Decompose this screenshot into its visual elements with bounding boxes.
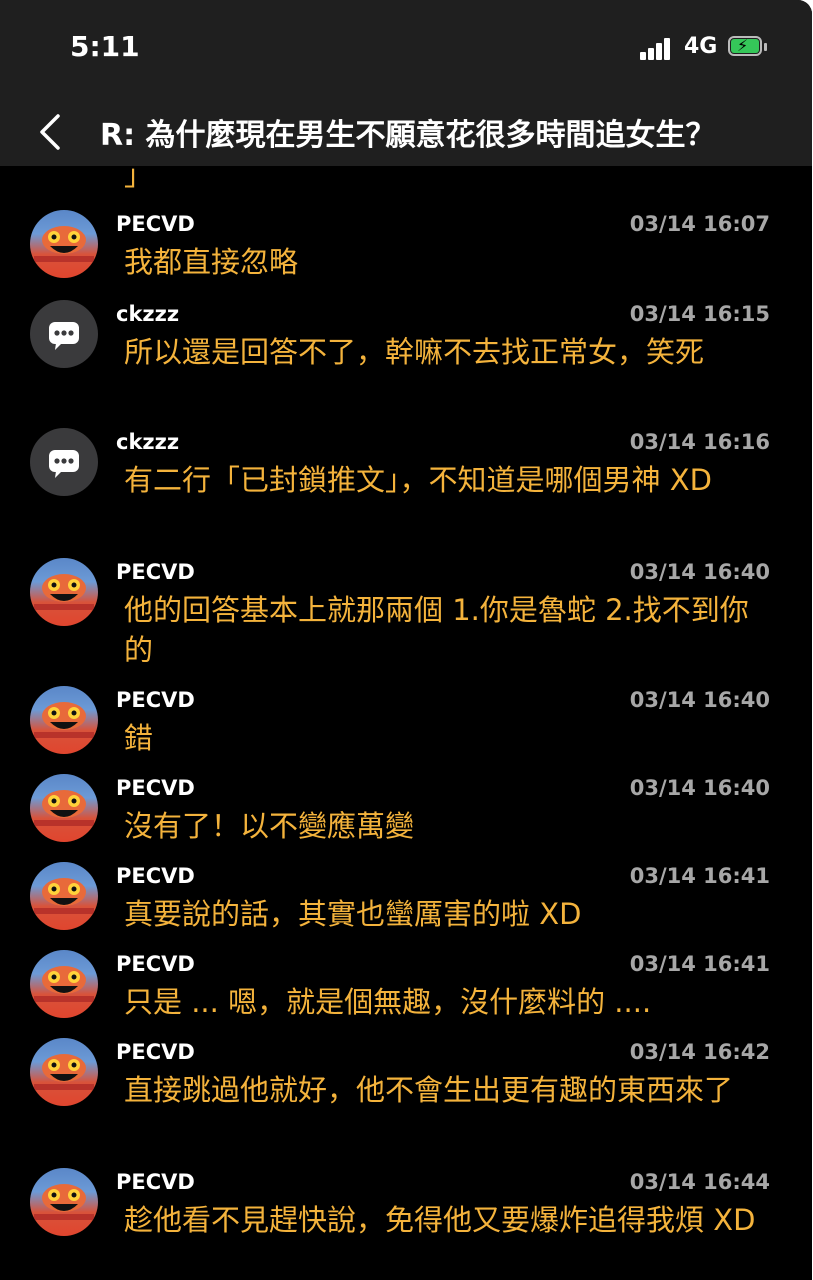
network-type: 4G <box>684 34 718 59</box>
battery-charging-icon: ⚡ <box>728 36 768 58</box>
avatar[interactable] <box>30 558 98 626</box>
signal-icon <box>640 36 678 60</box>
comment-author: ckzzz <box>116 302 180 326</box>
comment-row: PECVD 03/14 16:42 直接跳過他就好，他不會生出更有趣的東西來了 <box>0 1038 812 1158</box>
comment-time: 03/14 16:40 <box>629 560 770 584</box>
thread-title: R: 為什麼現在男生不願意花很多時間追女生？ <box>100 118 716 153</box>
avatar[interactable] <box>30 428 98 496</box>
comment-time: 03/14 16:15 <box>629 302 770 326</box>
user-avatar-image <box>34 1184 94 1220</box>
comment-author: PECVD <box>116 952 195 976</box>
comment-row: ckzzz 03/14 16:16 有二行「已封鎖推文」，不知道是哪個男神 XD <box>0 428 812 548</box>
comment-author: PECVD <box>116 560 195 584</box>
comment-text: 錯 <box>124 721 154 755</box>
comment-time: 03/14 16:07 <box>629 212 770 236</box>
comment-text: 有二行「已封鎖推文」，不知道是哪個男神 XD <box>124 463 712 497</box>
comment-text: 趁他看不見趕快說，免得他又要爆炸追得我煩 XD <box>124 1203 756 1237</box>
avatar[interactable] <box>30 1168 98 1236</box>
avatar[interactable] <box>30 862 98 930</box>
avatar[interactable] <box>30 686 98 754</box>
comment-row: ckzzz 03/14 16:15 所以還是回答不了，幹嘛不去找正常女，笑死 <box>0 300 812 420</box>
comment-author: PECVD <box>116 212 195 236</box>
avatar[interactable] <box>30 300 98 368</box>
comment-author: PECVD <box>116 1040 195 1064</box>
chat-bubble-icon <box>49 322 79 350</box>
comment-row: PECVD 03/14 16:41 只是 ... 嗯，就是個無趣，沒什麼料的 ...… <box>0 950 812 1030</box>
chat-bubble-icon <box>49 450 79 478</box>
comment-text: 直接跳過他就好，他不會生出更有趣的東西來了 <box>124 1073 734 1107</box>
comment-text: 他的回答基本上就那兩個 1.你是魯蛇 2.找不到你的 <box>124 593 749 667</box>
comment-time: 03/14 16:40 <box>629 776 770 800</box>
comment-author: PECVD <box>116 1170 195 1194</box>
user-avatar-image <box>34 226 94 262</box>
comment-row: PECVD 03/14 16:07 我都直接忽略 <box>0 210 812 290</box>
comment-row: PECVD 03/14 16:40 他的回答基本上就那兩個 1.你是魯蛇 2.找不到… <box>0 558 812 678</box>
comment-time: 03/14 16:40 <box>629 688 770 712</box>
comment-author: PECVD <box>116 776 195 800</box>
comment-time: 03/14 16:42 <box>629 1040 770 1064</box>
back-icon[interactable] <box>36 112 66 152</box>
avatar[interactable] <box>30 774 98 842</box>
comment-author: ckzzz <box>116 430 180 454</box>
comment-text: 真要說的話，其實也蠻厲害的啦 XD <box>124 897 582 931</box>
user-avatar-image <box>34 878 94 914</box>
comment-text: 沒有了！以不變應萬變 <box>124 809 415 843</box>
top-bar: 5:11 4G ⚡ R: 為什麼現在男生不願意花很多時間追女生？ <box>0 0 812 166</box>
comment-text: 所以還是回答不了，幹嘛不去找正常女，笑死 <box>124 335 705 369</box>
app-screen: 5:11 4G ⚡ R: 為什麼現在男生不願意花很多時間追女生？ 」 PECVD… <box>0 0 812 1280</box>
comment-row: PECVD 03/14 16:40 沒有了！以不變應萬變 <box>0 774 812 854</box>
comment-text: 我都直接忽略 <box>124 245 299 279</box>
user-avatar-image <box>34 966 94 1002</box>
avatar[interactable] <box>30 210 98 278</box>
avatar[interactable] <box>30 950 98 1018</box>
user-avatar-image <box>34 702 94 738</box>
avatar[interactable] <box>30 1038 98 1106</box>
status-time: 5:11 <box>70 30 140 63</box>
user-avatar-image <box>34 574 94 610</box>
comment-time: 03/14 16:44 <box>629 1170 770 1194</box>
comment-time: 03/14 16:16 <box>629 430 770 454</box>
comment-row: PECVD 03/14 16:44 趁他看不見趕快說，免得他又要爆炸追得我煩 XD <box>0 1168 812 1280</box>
comment-time: 03/14 16:41 <box>629 864 770 888</box>
comment-author: PECVD <box>116 688 195 712</box>
user-avatar-image <box>34 790 94 826</box>
comment-row: PECVD 03/14 16:41 真要說的話，其實也蠻厲害的啦 XD <box>0 862 812 942</box>
comment-author: PECVD <box>116 864 195 888</box>
comment-row: PECVD 03/14 16:40 錯 <box>0 686 812 766</box>
comment-text: 只是 ... 嗯，就是個無趣，沒什麼料的 .... <box>124 985 652 1019</box>
user-avatar-image <box>34 1054 94 1090</box>
comment-time: 03/14 16:41 <box>629 952 770 976</box>
